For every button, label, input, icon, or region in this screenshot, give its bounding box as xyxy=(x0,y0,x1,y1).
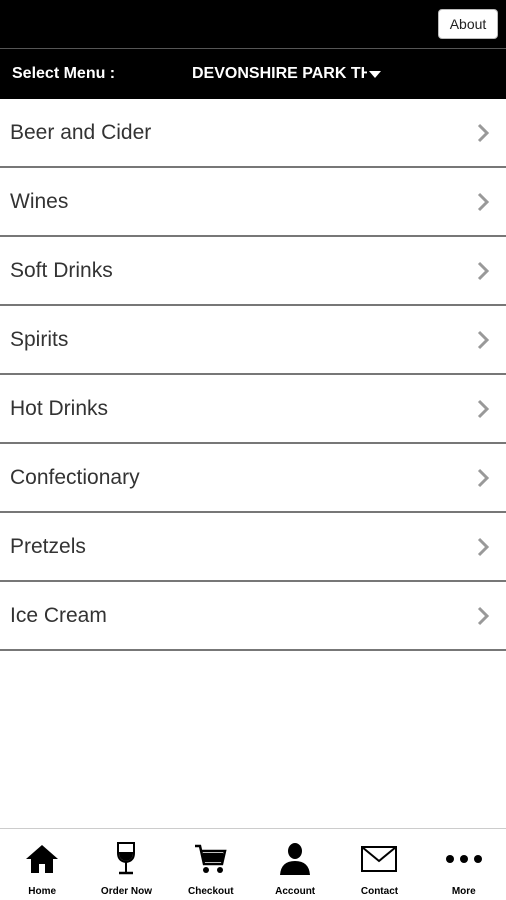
menu-select-bar: Select Menu : DEVONSHIRE PARK THEATRE xyxy=(0,48,506,99)
wine-glass-icon xyxy=(108,841,144,882)
list-item-beer-and-cider[interactable]: Beer and Cider xyxy=(0,99,506,168)
list-item-spirits[interactable]: Spirits xyxy=(0,306,506,375)
about-button[interactable]: About xyxy=(438,9,498,39)
tab-more[interactable]: More xyxy=(422,829,506,900)
list-item-hot-drinks[interactable]: Hot Drinks xyxy=(0,375,506,444)
list-item-label: Confectionary xyxy=(10,465,140,489)
list-item-label: Pretzels xyxy=(10,534,86,558)
list-item-confectionary[interactable]: Confectionary xyxy=(0,444,506,513)
tab-account[interactable]: Account xyxy=(253,829,337,900)
list-item-ice-cream[interactable]: Ice Cream xyxy=(0,582,506,651)
home-icon xyxy=(24,841,60,882)
more-dots-icon xyxy=(444,841,484,882)
tab-label: Home xyxy=(28,886,57,897)
menu-category-list: Beer and Cider Wines Soft Drinks Spirits… xyxy=(0,99,506,651)
envelope-icon xyxy=(360,841,398,882)
tab-label: Order Now xyxy=(100,886,153,897)
tab-label: Contact xyxy=(360,886,399,897)
tab-label: Checkout xyxy=(188,886,234,897)
chevron-right-icon xyxy=(472,605,494,627)
tab-checkout[interactable]: Checkout xyxy=(169,829,253,900)
list-item-soft-drinks[interactable]: Soft Drinks xyxy=(0,237,506,306)
tab-contact[interactable]: Contact xyxy=(337,829,421,900)
chevron-right-icon xyxy=(472,398,494,420)
chevron-right-icon xyxy=(472,191,494,213)
cart-icon xyxy=(193,841,229,882)
venue-dropdown[interactable]: DEVONSHIRE PARK THEATRE xyxy=(182,57,392,91)
list-item-label: Beer and Cider xyxy=(10,120,152,144)
list-item-label: Ice Cream xyxy=(10,603,107,627)
bottom-tab-bar: Home Order Now Checkout Account Contact … xyxy=(0,828,506,900)
list-item-label: Wines xyxy=(10,189,69,213)
list-item-label: Soft Drinks xyxy=(10,258,113,282)
tab-label: Account xyxy=(275,886,316,897)
top-bar: About xyxy=(0,0,506,48)
venue-dropdown-value: DEVONSHIRE PARK THEATRE xyxy=(192,65,367,82)
chevron-right-icon xyxy=(472,260,494,282)
chevron-right-icon xyxy=(472,467,494,489)
chevron-right-icon xyxy=(472,536,494,558)
caret-down-icon xyxy=(369,70,381,78)
tab-order-now[interactable]: Order Now xyxy=(84,829,168,900)
tab-home[interactable]: Home xyxy=(0,829,84,900)
list-item-wines[interactable]: Wines xyxy=(0,168,506,237)
list-item-pretzels[interactable]: Pretzels xyxy=(0,513,506,582)
chevron-right-icon xyxy=(472,122,494,144)
select-menu-label: Select Menu : xyxy=(12,65,116,82)
chevron-right-icon xyxy=(472,329,494,351)
tab-label: More xyxy=(451,886,476,897)
person-icon xyxy=(277,841,313,882)
list-item-label: Spirits xyxy=(10,327,69,351)
list-item-label: Hot Drinks xyxy=(10,396,109,420)
